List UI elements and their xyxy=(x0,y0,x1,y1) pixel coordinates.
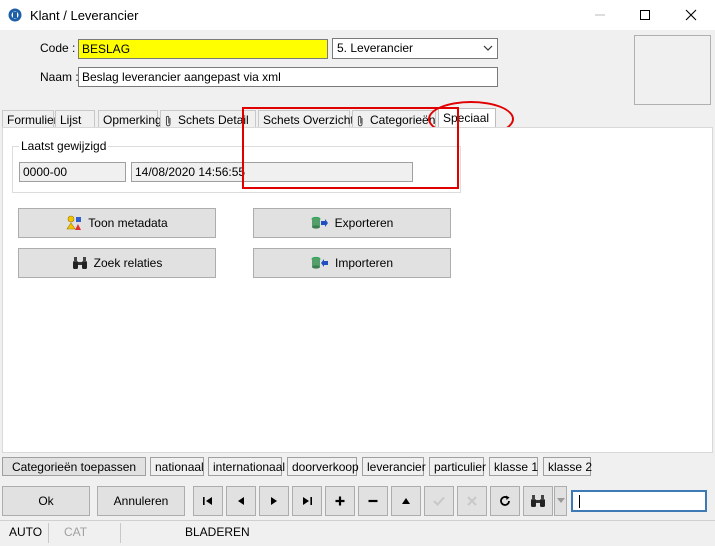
chevron-down-icon xyxy=(483,45,493,51)
post-record-button[interactable] xyxy=(424,486,454,516)
group-title: Laatst gewijzigd xyxy=(19,139,109,153)
ok-button[interactable]: Ok xyxy=(2,486,90,516)
plus-icon xyxy=(335,496,345,506)
type-select-value: 5. Leverancier xyxy=(337,41,414,55)
minimize-icon xyxy=(595,14,605,16)
skip-first-icon xyxy=(203,497,212,505)
tab-formulier[interactable]: Formulier xyxy=(2,110,58,128)
status-divider xyxy=(120,523,121,543)
tab-lijst[interactable]: Lijst xyxy=(55,110,95,128)
search-dropdown-button[interactable] xyxy=(554,486,567,516)
code-label: Code : xyxy=(40,41,76,55)
type-select[interactable]: 5. Leverancier xyxy=(332,38,498,59)
last-record-button[interactable] xyxy=(292,486,322,516)
minimize-button[interactable] xyxy=(577,0,623,30)
metadata-icon xyxy=(66,215,82,230)
toon-metadata-button[interactable]: Toon metadata xyxy=(18,208,216,238)
skip-last-icon xyxy=(303,497,312,505)
image-placeholder xyxy=(634,35,711,105)
binoculars-icon xyxy=(72,257,87,269)
database-import-icon xyxy=(311,256,328,269)
naam-label: Naam : xyxy=(40,70,79,84)
minus-icon xyxy=(368,499,378,503)
edit-record-button[interactable] xyxy=(391,486,421,516)
filter-klasse-1[interactable]: klasse 1 xyxy=(489,457,538,476)
filter-particulier[interactable]: particulier xyxy=(429,457,486,476)
maximize-icon xyxy=(640,10,650,20)
triangle-up-icon xyxy=(402,498,410,504)
search-input[interactable] xyxy=(571,490,707,512)
naam-field[interactable]: Beslag leverancier aangepast via xml xyxy=(78,67,498,87)
close-icon xyxy=(685,9,697,21)
add-record-button[interactable] xyxy=(325,486,355,516)
app-icon xyxy=(8,8,22,22)
status-auto: AUTO xyxy=(9,525,43,539)
chevron-down-icon xyxy=(556,498,565,503)
status-mode: BLADEREN xyxy=(185,525,250,539)
tab-opmerking[interactable]: Opmerking xyxy=(98,110,162,128)
user-field: 0000-00 xyxy=(19,162,126,182)
code-field[interactable]: BESLAG xyxy=(78,39,328,59)
close-button[interactable] xyxy=(668,0,714,30)
refresh-icon xyxy=(500,495,510,506)
next-record-button[interactable] xyxy=(259,486,289,516)
filter-klasse-2[interactable]: klasse 2 xyxy=(543,457,592,476)
x-icon xyxy=(467,496,477,506)
refresh-button[interactable] xyxy=(490,486,520,516)
search-button[interactable] xyxy=(523,486,553,516)
first-record-button[interactable] xyxy=(193,486,223,516)
annuleren-button[interactable]: Annuleren xyxy=(97,486,185,516)
status-bar: AUTO CAT BLADEREN xyxy=(0,520,715,544)
previous-record-button[interactable] xyxy=(226,486,256,516)
title-bar: Klant / Leverancier xyxy=(0,0,715,30)
text-caret xyxy=(579,495,580,508)
binoculars-icon xyxy=(531,495,545,507)
highlight-box xyxy=(242,107,459,189)
database-export-icon xyxy=(311,216,328,229)
filter-doorverkoop[interactable]: doorverkoop xyxy=(287,457,359,476)
check-icon xyxy=(433,496,445,506)
window-title: Klant / Leverancier xyxy=(30,8,139,23)
categorieen-toepassen-button[interactable]: Categorieën toepassen xyxy=(2,457,146,476)
cancel-edit-button[interactable] xyxy=(457,486,487,516)
status-cat: CAT xyxy=(64,525,88,539)
importeren-button[interactable]: Importeren xyxy=(253,248,451,278)
exporteren-button[interactable]: Exporteren xyxy=(253,208,451,238)
arrow-right-icon xyxy=(271,497,277,505)
filter-leverancier[interactable]: leverancier xyxy=(362,457,426,476)
delete-record-button[interactable] xyxy=(358,486,388,516)
status-divider xyxy=(48,523,49,543)
maximize-button[interactable] xyxy=(622,0,668,30)
filter-nationaal[interactable]: nationaal xyxy=(150,457,204,476)
arrow-left-icon xyxy=(238,497,244,505)
zoek-relaties-button[interactable]: Zoek relaties xyxy=(18,248,216,278)
filter-internationaal[interactable]: internationaal xyxy=(208,457,285,476)
tab-panel-speciaal: Laatst gewijzigd 0000-00 14/08/2020 14:5… xyxy=(2,107,713,453)
paperclip-icon xyxy=(165,115,171,127)
window-client: Code : BESLAG 5. Leverancier Naam : Besl… xyxy=(0,30,715,546)
